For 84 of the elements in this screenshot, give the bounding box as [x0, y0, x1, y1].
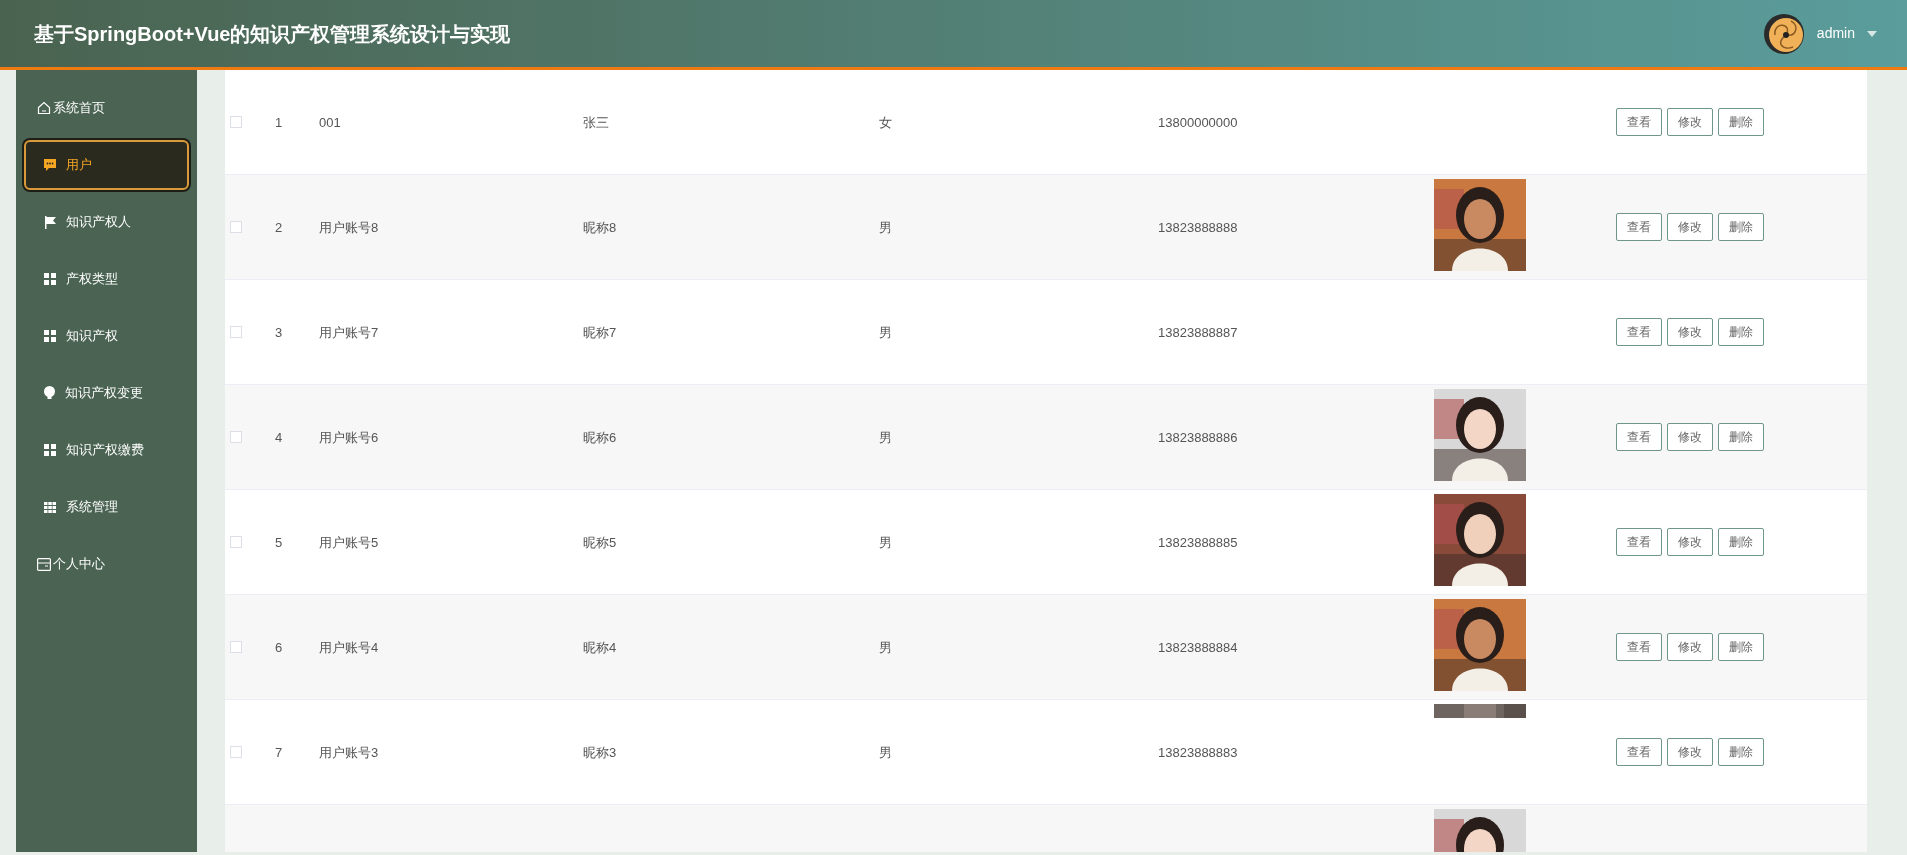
- table-cell: 昵称8: [583, 220, 617, 235]
- chat-icon: [44, 159, 56, 171]
- action-button[interactable]: 修改: [1667, 423, 1713, 451]
- table-cell: 13800000000: [1158, 115, 1238, 130]
- card-icon: [37, 557, 51, 571]
- table-cell: 昵称5: [583, 535, 617, 550]
- avatar-icon[interactable]: [1762, 12, 1805, 55]
- table-cell: 13823888888: [1158, 220, 1238, 235]
- app-title: 基于SpringBoot+Vue的知识产权管理系统设计与实现: [34, 21, 511, 47]
- table-cell: 昵称6: [583, 430, 617, 445]
- table-cell: 用户账号3: [319, 745, 379, 760]
- table-cell: 用户账号8: [319, 220, 379, 235]
- sidebar-item[interactable]: 系统管理: [24, 482, 189, 532]
- action-button[interactable]: 删除: [1718, 213, 1764, 241]
- row-checkbox[interactable]: [230, 641, 242, 653]
- action-button[interactable]: 查看: [1616, 108, 1662, 136]
- row-checkbox[interactable]: [230, 326, 242, 338]
- flag-icon: [44, 215, 56, 229]
- table-cell: 昵称3: [583, 745, 617, 760]
- table-cell: 女: [879, 115, 892, 130]
- grid-icon: [44, 501, 56, 513]
- table-cell: 001: [319, 115, 341, 130]
- grid-icon: [44, 273, 56, 285]
- table-cell: 5: [275, 535, 283, 550]
- table-cell: 13823888884: [1158, 640, 1238, 655]
- action-button[interactable]: 修改: [1667, 213, 1713, 241]
- table-cell: 4: [275, 430, 283, 445]
- table-cell: 用户账号7: [319, 325, 379, 340]
- table-cell: 用户账号6: [319, 430, 379, 445]
- action-button[interactable]: 查看: [1616, 318, 1662, 346]
- sidebar-item[interactable]: 产权类型: [24, 254, 189, 304]
- row-checkbox[interactable]: [230, 746, 242, 758]
- table-cell: 男: [879, 745, 892, 760]
- action-button[interactable]: 删除: [1718, 423, 1764, 451]
- table-cell: 张三: [583, 115, 609, 130]
- action-button[interactable]: 修改: [1667, 108, 1713, 136]
- action-button[interactable]: 删除: [1718, 738, 1764, 766]
- table-cell: 13823888887: [1158, 325, 1238, 340]
- sidebar-item[interactable]: 用户: [24, 140, 189, 190]
- row-checkbox[interactable]: [230, 536, 242, 548]
- table-cell: 用户账号5: [319, 535, 379, 550]
- table-cell: 男: [879, 535, 892, 550]
- sidebar-item[interactable]: 系统首页: [24, 83, 189, 133]
- row-checkbox[interactable]: [230, 431, 242, 443]
- action-button[interactable]: 修改: [1667, 738, 1713, 766]
- action-button[interactable]: 查看: [1616, 633, 1662, 661]
- sidebar-item[interactable]: 知识产权变更: [24, 368, 189, 418]
- caret-icon[interactable]: [1867, 30, 1877, 37]
- table-cell: 6: [275, 640, 283, 655]
- action-button[interactable]: 删除: [1718, 633, 1764, 661]
- table-cell: 昵称4: [583, 640, 617, 655]
- table-cell: 男: [879, 430, 892, 445]
- table-cell: 用户账号4: [319, 640, 379, 655]
- table-cell: 1: [275, 115, 283, 130]
- action-button[interactable]: 查看: [1616, 423, 1662, 451]
- grid-icon: [44, 444, 56, 456]
- action-button[interactable]: 删除: [1718, 108, 1764, 136]
- table-cell: 13823888886: [1158, 430, 1238, 445]
- bulb-icon: [44, 386, 55, 400]
- sidebar-item[interactable]: 知识产权: [24, 311, 189, 361]
- sidebar-item[interactable]: 知识产权缴费: [24, 425, 189, 475]
- action-button[interactable]: 删除: [1718, 528, 1764, 556]
- home-icon: [37, 101, 51, 115]
- action-button[interactable]: 修改: [1667, 633, 1713, 661]
- sidebar-item[interactable]: 知识产权人: [24, 197, 189, 247]
- table-cell: 昵称7: [583, 325, 617, 340]
- action-button[interactable]: 查看: [1616, 528, 1662, 556]
- sidebar-item[interactable]: 个人中心: [24, 539, 189, 589]
- table-cell: 13823888885: [1158, 535, 1238, 550]
- row-checkbox[interactable]: [230, 116, 242, 128]
- grid-icon: [44, 330, 56, 342]
- action-button[interactable]: 修改: [1667, 318, 1713, 346]
- row-checkbox[interactable]: [230, 221, 242, 233]
- table-cell: 13823888883: [1158, 745, 1238, 760]
- action-button[interactable]: 删除: [1718, 318, 1764, 346]
- table-cell: 7: [275, 745, 283, 760]
- action-button[interactable]: 查看: [1616, 213, 1662, 241]
- table-cell: 男: [879, 220, 892, 235]
- table-cell: 男: [879, 640, 892, 655]
- table-cell: 3: [275, 325, 283, 340]
- table-cell: 男: [879, 325, 892, 340]
- action-button[interactable]: 查看: [1616, 738, 1662, 766]
- table-cell: 2: [275, 220, 283, 235]
- action-button[interactable]: 修改: [1667, 528, 1713, 556]
